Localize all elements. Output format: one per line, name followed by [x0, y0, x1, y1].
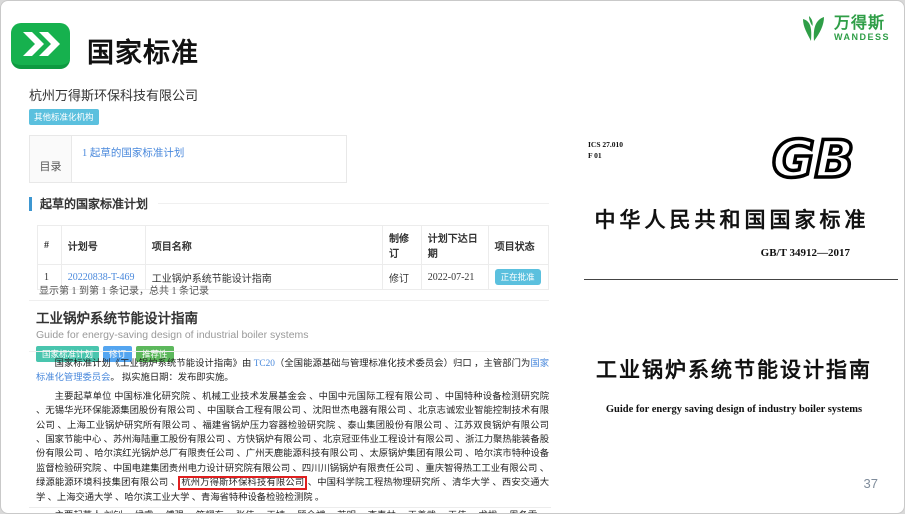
- webpage-screenshot: 杭州万得斯环保科技有限公司 其他标准化机构 目录 1 起草的国家标准计划 起草的…: [29, 85, 551, 508]
- section-header: 起草的国家标准计划: [29, 195, 549, 212]
- col-date: 计划下达日期: [421, 226, 488, 265]
- logo-text-en: WANDESS: [834, 33, 890, 43]
- standard-subtitle: Guide for energy-saving design of indust…: [36, 329, 546, 341]
- paragraph-drafting-orgs: 主要起草单位 中国标准化研究院 、机械工业技术发展基金会 、中国中元国际工程有限…: [36, 390, 549, 505]
- cell-revision: 修订: [382, 265, 421, 290]
- section-title: 起草的国家标准计划: [40, 195, 148, 212]
- tc20-link[interactable]: TC20: [254, 359, 275, 369]
- slide: 国家标准 万得斯 WANDESS 杭州万得斯环保科技有限公司 其他标准化机构 目…: [0, 0, 905, 514]
- table-summary: 显示第 1 到第 1 条记录，总共 1 条记录: [39, 282, 209, 297]
- page-title: 国家标准: [87, 31, 199, 70]
- cover-rule: [584, 279, 898, 280]
- logo-text-cn: 万得斯: [834, 15, 890, 33]
- section-divider: [158, 203, 549, 204]
- svg-text:GB: GB: [772, 130, 854, 189]
- cover-title: 中华人民共和国国家标准: [582, 204, 882, 234]
- plan-no-link[interactable]: 20220838-T-469: [68, 272, 135, 283]
- standard-cover-page: ICS 27.010 F 01 GB 中华人民共和国国家标准 GB/T 3491…: [566, 109, 902, 454]
- status-badge: 正在批准: [495, 269, 541, 285]
- page-number: 37: [864, 476, 878, 491]
- ics-line: ICS 27.010: [588, 139, 623, 150]
- cell-date: 2022-07-21: [421, 265, 488, 290]
- col-plan-no: 计划号: [61, 226, 145, 265]
- paragraph-drafters: 主要起草人 刘钊 、候睿 、傅强 、笪耀东 、张伟 、王婧 、顾全斌 、苏明 、…: [36, 509, 549, 514]
- standard-description: 国家标准计划《工业锅炉系统节能设计指南》由 TC20（全国能源基础与管理标准化技…: [36, 357, 549, 514]
- table-header-row: # 计划号 项目名称 制修订 计划下达日期 项目状态: [38, 226, 549, 265]
- toc-link[interactable]: 1 起草的国家标准计划: [82, 148, 184, 159]
- text-run: （全国能源基础与管理标准化技术委员会）归口 ，主管部门为: [275, 359, 530, 369]
- company-name: 杭州万得斯环保科技有限公司: [29, 85, 551, 104]
- divider: [29, 351, 549, 352]
- standard-number: GB/T 34912—2017: [761, 247, 850, 259]
- text-run: 主要起草单位 中国标准化研究院 、机械工业技术发展基金会 、中国中元国际工程有限…: [36, 392, 549, 488]
- divider: [29, 300, 549, 301]
- cover-doc-title: 工业锅炉系统节能设计指南: [566, 354, 902, 384]
- toc-label: 目录: [30, 136, 72, 182]
- classification-line: F 01: [588, 150, 623, 161]
- company-tag-badge: 其他标准化机构: [29, 109, 99, 125]
- plans-table: # 计划号 项目名称 制修订 计划下达日期 项目状态 1 20220838-T-…: [37, 225, 549, 290]
- standard-info-block: 工业锅炉系统节能设计指南 Guide for energy-saving des…: [36, 307, 546, 362]
- col-revision: 制修订: [382, 226, 421, 265]
- leaf-icon: [797, 13, 829, 45]
- section-accent-bar: [29, 197, 32, 211]
- text-run: 国家标准计划《工业锅炉系统节能设计指南》由: [55, 359, 254, 369]
- wandess-logo: 万得斯 WANDESS: [797, 13, 890, 45]
- col-status: 项目状态: [488, 226, 548, 265]
- text-run: 。 拟实施日期：发布即实施。: [110, 373, 233, 383]
- paragraph-governance: 国家标准计划《工业锅炉系统节能设计指南》由 TC20（全国能源基础与管理标准化技…: [36, 357, 549, 386]
- col-name: 项目名称: [145, 226, 382, 265]
- highlighted-company: 杭州万得斯环保科技有限公司: [180, 478, 305, 488]
- gb-logo: GB: [764, 129, 874, 194]
- col-index: #: [38, 226, 62, 265]
- standard-title: 工业锅炉系统节能设计指南: [36, 307, 546, 327]
- cover-doc-subtitle: Guide for energy saving design of indust…: [566, 404, 902, 415]
- ics-code: ICS 27.010 F 01: [588, 139, 623, 162]
- toc-box: 目录 1 起草的国家标准计划: [29, 135, 347, 183]
- double-chevron-icon: [11, 23, 70, 69]
